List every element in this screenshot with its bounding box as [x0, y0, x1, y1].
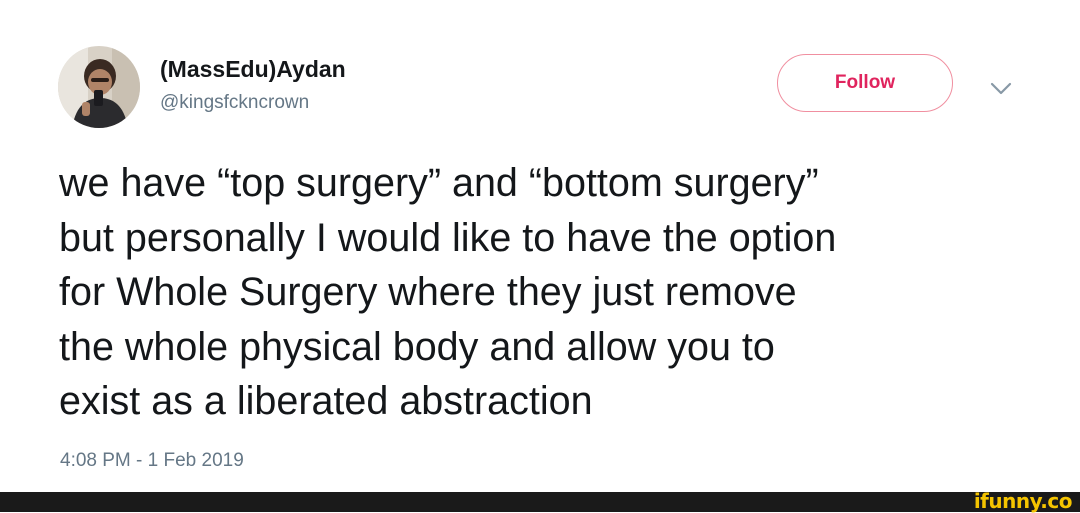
avatar-photo	[58, 46, 140, 128]
tweet-text-line: exist as a liberated abstraction	[59, 379, 593, 423]
avatar[interactable]	[58, 46, 140, 128]
chevron-down-icon[interactable]	[986, 78, 1016, 98]
user-handle[interactable]: @kingsfckncrown	[160, 92, 309, 114]
ifunny-watermark: ifunny.co	[973, 489, 1073, 513]
display-name[interactable]: (MassEdu)Aydan	[160, 56, 346, 83]
tweet-text-line: but personally I would like to have the …	[59, 215, 837, 260]
follow-button[interactable]: Follow	[777, 54, 953, 112]
tweet-text-line: we have “top surgery” and “bottom surger…	[59, 161, 819, 205]
tweet-text-line: the whole physical body and allow you to	[59, 324, 775, 369]
watermark-bar: ifunny.co	[0, 489, 1080, 513]
tweet-text: we have “top surgery” and “bottom surger…	[59, 156, 1059, 429]
tweet-card: (MassEdu)Aydan @kingsfckncrown Follow we…	[0, 0, 1080, 492]
tweet-text-line: for Whole Surgery where they just remove	[59, 270, 797, 314]
tweet-timestamp[interactable]: 4:08 PM - 1 Feb 2019	[60, 450, 244, 472]
